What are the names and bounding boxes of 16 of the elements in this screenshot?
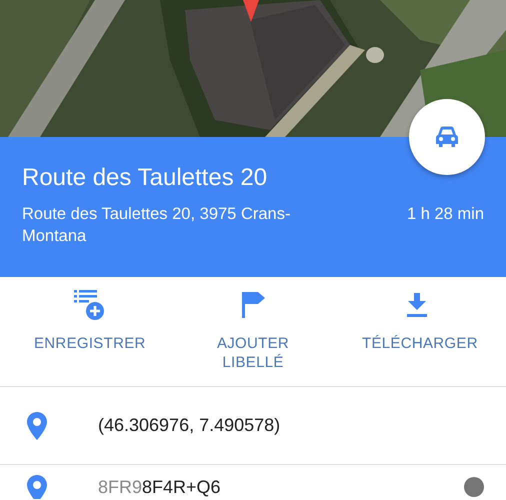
place-address: Route des Taulettes 20, 3975 Crans-Montana bbox=[22, 204, 292, 247]
location-pin-icon bbox=[27, 475, 47, 499]
playlist-add-icon bbox=[74, 290, 104, 320]
place-title: Route des Taulettes 20 bbox=[22, 163, 268, 193]
travel-time: 1 h 28 min bbox=[406, 204, 484, 225]
action-button[interactable]: AJOUTER LIBELLÉ bbox=[178, 289, 328, 386]
map-marker-icon bbox=[243, 0, 259, 22]
flag-icon bbox=[240, 292, 266, 318]
plus-code-area: 8FR9 bbox=[98, 477, 142, 497]
location-pin-icon bbox=[27, 412, 47, 440]
action-button[interactable]: TÉLÉCHARGER bbox=[342, 289, 492, 386]
car-icon bbox=[433, 125, 461, 149]
action-button[interactable]: ENREGISTRER bbox=[14, 289, 164, 386]
plus-code: 8F4R+Q6 bbox=[142, 477, 221, 497]
coordinates-text: (46.306976, 7.490578) bbox=[98, 415, 280, 435]
download-icon bbox=[407, 293, 427, 317]
